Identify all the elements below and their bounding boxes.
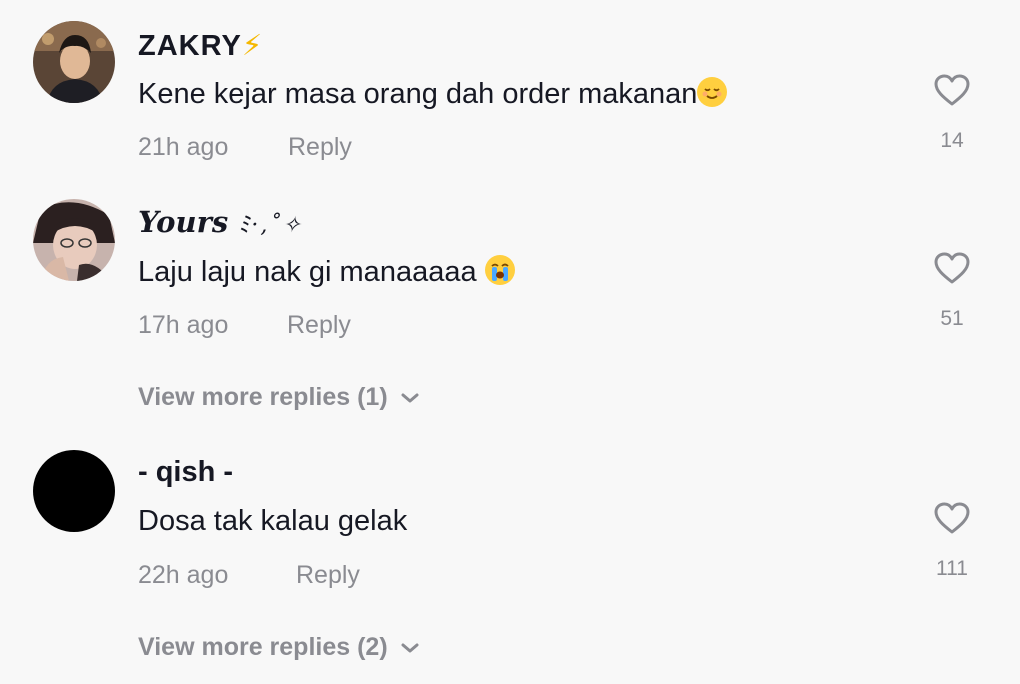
like-button[interactable]: 111	[930, 501, 974, 581]
like-count: 51	[940, 307, 964, 330]
chevron-down-icon	[401, 393, 419, 403]
heart-icon	[934, 252, 970, 284]
reply-button[interactable]: Reply	[287, 311, 351, 340]
view-more-replies-button[interactable]: View more replies (1)	[138, 383, 420, 412]
like-button[interactable]: 51	[930, 251, 974, 331]
username-decoration: ﾐ·,˚✧	[238, 213, 303, 238]
comment-text: Laju laju nak gi manaaaaa	[138, 255, 515, 289]
relieved-face-emoji-icon	[697, 77, 728, 107]
comment-timestamp: 21h ago	[138, 133, 229, 161]
like-count: 14	[940, 129, 964, 152]
like-button[interactable]: 14	[930, 73, 974, 153]
reply-button[interactable]: Reply	[296, 561, 360, 590]
heart-icon	[934, 502, 970, 534]
username[interactable]: - qish -	[138, 456, 233, 489]
avatar[interactable]	[33, 199, 115, 281]
username[interactable]: ZAKRY⚡	[138, 28, 262, 63]
like-count: 111	[936, 557, 968, 580]
reply-button[interactable]: Reply	[288, 133, 352, 162]
username[interactable]: Yours ﾐ·,˚✧	[138, 205, 303, 239]
crying-face-emoji-icon	[484, 255, 515, 285]
chevron-down-icon	[401, 643, 419, 653]
heart-icon	[934, 74, 970, 106]
view-more-replies-button[interactable]: View more replies (2)	[138, 633, 420, 662]
avatar[interactable]	[33, 21, 115, 103]
comment-timestamp: 17h ago	[138, 311, 229, 339]
avatar[interactable]	[33, 450, 115, 532]
comment-timestamp: 22h ago	[138, 561, 229, 589]
comment-text: Kene kejar masa orang dah order makanan	[138, 77, 728, 111]
lightning-icon: ⚡	[241, 30, 263, 62]
comment-text: Dosa tak kalau gelak	[138, 505, 408, 537]
